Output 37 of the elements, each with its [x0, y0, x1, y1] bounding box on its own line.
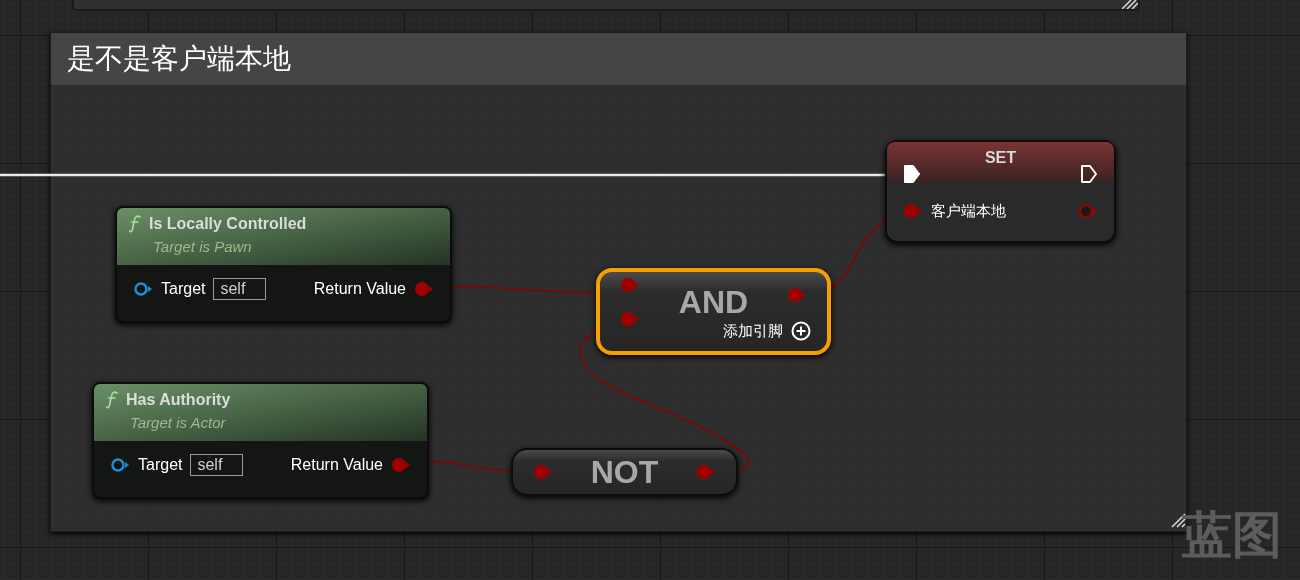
- pin-label: Target: [138, 454, 183, 475]
- data-pin-icon[interactable]: [696, 465, 716, 479]
- data-pin-icon[interactable]: [620, 312, 640, 326]
- operator-node[interactable]: AND 添加引脚: [596, 268, 831, 355]
- add-pin-button[interactable]: 添加引脚: [723, 320, 811, 343]
- data-pin-icon[interactable]: [903, 204, 923, 219]
- data-pin-icon[interactable]: [787, 288, 807, 302]
- data-pin-icon[interactable]: [414, 281, 434, 296]
- operator-label: AND: [678, 286, 749, 318]
- data-pin-icon[interactable]: [391, 457, 411, 472]
- resize-grip-icon: [1122, 0, 1138, 9]
- exec-pin-icon[interactable]: [1080, 164, 1098, 184]
- variable-label: 客户端本地: [931, 201, 1006, 221]
- data-pin-icon[interactable]: [620, 278, 640, 292]
- pin-label: Return Value: [290, 454, 383, 475]
- data-pin-icon[interactable]: [533, 465, 553, 479]
- function-icon: [106, 391, 118, 409]
- pin-label: Return Value: [313, 278, 406, 299]
- operator-node[interactable]: NOT: [511, 448, 738, 496]
- set-node[interactable]: SET 客户端本地: [885, 140, 1116, 243]
- pin-label: Target: [161, 278, 206, 299]
- value-field[interactable]: self: [213, 277, 267, 300]
- node-title: SET: [984, 148, 1017, 168]
- value-field[interactable]: self: [190, 453, 244, 476]
- function-node[interactable]: Is Locally Controlled Target is Pawn Target self Return Value: [115, 206, 452, 323]
- node-title: Has Authority: [126, 390, 231, 410]
- object-pin-icon[interactable]: [133, 281, 153, 296]
- operator-label: NOT: [590, 456, 659, 488]
- function-icon: [129, 215, 141, 233]
- comment-title: 是不是客户端本地: [67, 42, 291, 76]
- node-title: Is Locally Controlled: [149, 214, 307, 234]
- data-pin-icon[interactable]: [1078, 204, 1098, 219]
- plus-circle-icon: [791, 321, 811, 342]
- function-node[interactable]: Has Authority Target is Actor Target self Return Value: [92, 382, 429, 499]
- node-subtitle: Target is Actor: [129, 413, 227, 433]
- node-subtitle: Target is Pawn: [152, 237, 253, 257]
- object-pin-icon[interactable]: [110, 457, 130, 472]
